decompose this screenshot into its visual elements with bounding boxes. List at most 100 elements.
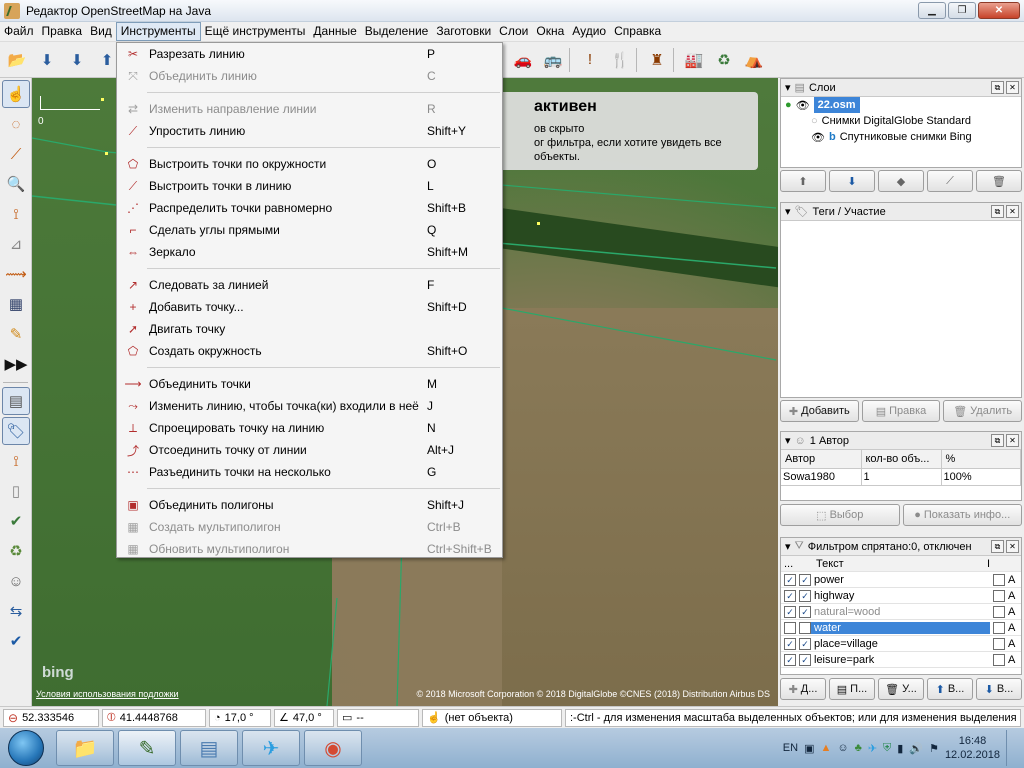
josm-taskbar-icon[interactable]: ✎ bbox=[118, 730, 176, 766]
minimize-button[interactable]: ▁ bbox=[918, 2, 946, 19]
waste-preset-icon[interactable]: ♻ bbox=[711, 47, 737, 73]
menu-windows[interactable]: Окна bbox=[532, 22, 568, 41]
column-header[interactable]: Автор bbox=[781, 450, 862, 469]
tools-menu-item[interactable]: ➚ Двигать точку bbox=[117, 318, 502, 340]
tags-toggle-icon[interactable]: 🏷 bbox=[2, 417, 30, 445]
chrome-taskbar-icon[interactable]: ◉ bbox=[304, 730, 362, 766]
castle-preset-icon[interactable]: ♜ bbox=[644, 47, 670, 73]
filter-inverted-checkbox[interactable] bbox=[993, 637, 1005, 650]
start-button[interactable] bbox=[0, 728, 52, 768]
open-folder-icon[interactable]: 📂 bbox=[4, 47, 30, 73]
filter-inverted-checkbox[interactable] bbox=[993, 605, 1005, 618]
lasso-tool-icon[interactable]: ◌ bbox=[2, 110, 30, 138]
edit-tag-button[interactable]: ▤ Правка bbox=[861, 400, 941, 422]
column-header[interactable]: % bbox=[941, 450, 1021, 469]
landfill-preset-icon[interactable]: ⛺ bbox=[741, 47, 767, 73]
filter-hide-checkbox[interactable]: ✓ bbox=[799, 589, 811, 602]
filter-row[interactable]: ✓ ✓ highway A bbox=[781, 588, 1021, 604]
move-up-button[interactable]: ⬆ bbox=[780, 170, 826, 192]
delete-layer-button[interactable]: 🗑 bbox=[976, 170, 1022, 192]
language-indicator[interactable]: EN bbox=[783, 742, 798, 754]
validator-check-icon[interactable]: ✔ bbox=[2, 627, 30, 655]
relation-toggle-icon[interactable]: ⟟ bbox=[2, 447, 30, 475]
filter-hide-checkbox[interactable]: ✓ bbox=[799, 637, 811, 650]
collapse-icon[interactable]: ▾ bbox=[785, 434, 791, 447]
filter-enable-checkbox[interactable]: ✓ bbox=[784, 589, 796, 602]
filter-inverted-checkbox[interactable] bbox=[993, 589, 1005, 602]
close-panel-icon[interactable]: ✕ bbox=[1006, 205, 1019, 218]
filter-hide-checkbox[interactable]: ✓ bbox=[799, 653, 811, 666]
close-panel-icon[interactable]: ✕ bbox=[1006, 540, 1019, 553]
filter-enable-checkbox[interactable]: ✓ bbox=[784, 573, 796, 586]
menu-data[interactable]: Данные bbox=[309, 22, 360, 41]
filter-inverted-checkbox[interactable] bbox=[993, 621, 1005, 634]
move-down-button[interactable]: ⬇ bbox=[829, 170, 875, 192]
filter-enable-checkbox[interactable]: ✓ bbox=[784, 637, 796, 650]
column-header[interactable]: кол-во объ... bbox=[861, 450, 942, 469]
menu-selection[interactable]: Выделение bbox=[361, 22, 433, 41]
filter-enable-checkbox[interactable]: ✓ bbox=[784, 653, 796, 666]
move-filter-down-button[interactable]: ⬇ В... bbox=[976, 678, 1022, 700]
zoom-tool-icon[interactable]: 🔍 bbox=[2, 170, 30, 198]
bus-preset-icon[interactable]: 🚌 bbox=[540, 47, 566, 73]
visibility-eye-icon[interactable]: 👁 bbox=[811, 131, 825, 144]
menu-more-tools[interactable]: Ещё инструменты bbox=[201, 22, 310, 41]
tools-menu-item[interactable]: ▣ Объединить полигоны Shift+J bbox=[117, 494, 502, 516]
conflict-toggle-icon[interactable]: ⇆ bbox=[2, 597, 30, 625]
validation-toggle-icon[interactable]: ✔ bbox=[2, 507, 30, 535]
filter-enable-checkbox[interactable]: ✓ bbox=[784, 605, 796, 618]
restaurant-preset-icon[interactable]: 🍴 bbox=[607, 47, 633, 73]
delete-filter-button[interactable]: 🗑 У... bbox=[878, 678, 924, 700]
layer-row[interactable]: 👁 b Спутниковые снимки Bing bbox=[781, 129, 1021, 145]
history-toggle-icon[interactable]: ▯ bbox=[2, 477, 30, 505]
tools-menu-item[interactable]: ⟋ Упростить линию Shift+Y bbox=[117, 120, 502, 142]
menu-edit[interactable]: Правка bbox=[38, 22, 87, 41]
undock-icon[interactable]: ⧉ bbox=[991, 434, 1004, 447]
tools-menu-item[interactable]: + Добавить точку... Shift+D bbox=[117, 296, 502, 318]
clock[interactable]: 16:48 12.02.2018 bbox=[945, 734, 1000, 762]
layer-props-button[interactable]: ⟋ bbox=[927, 170, 973, 192]
tools-menu-item[interactable]: ↗ Следовать за линией F bbox=[117, 274, 502, 296]
extrude-tool-icon[interactable]: ⟿ bbox=[2, 260, 30, 288]
flag-tray-icon[interactable]: ⚑ bbox=[929, 742, 939, 755]
car-preset-icon[interactable]: 🚗 bbox=[510, 47, 536, 73]
add-tag-button[interactable]: ✚ Добавить bbox=[780, 400, 859, 422]
table-row[interactable]: Sowa1980 1 100% bbox=[781, 468, 1021, 486]
select-tool-icon[interactable]: ☝ bbox=[2, 80, 30, 108]
download-icon[interactable]: ⬇ bbox=[34, 47, 60, 73]
changeset-toggle-icon[interactable]: ♻ bbox=[2, 537, 30, 565]
close-button[interactable]: ✕ bbox=[978, 2, 1020, 19]
select-author-button[interactable]: ⬚ Выбор bbox=[780, 504, 900, 526]
improve-way-tool-icon[interactable]: ⟟ bbox=[2, 200, 30, 228]
building-tool-icon[interactable]: ▦ bbox=[2, 290, 30, 318]
menu-presets[interactable]: Заготовки bbox=[432, 22, 495, 41]
menu-help[interactable]: Справка bbox=[610, 22, 665, 41]
filter-enable-checkbox[interactable] bbox=[784, 621, 796, 634]
tools-menu-item[interactable]: ⌐ Сделать углы прямыми Q bbox=[117, 219, 502, 241]
camera-tray-icon[interactable]: ▣ bbox=[804, 742, 814, 755]
layer-row[interactable]: ● 👁 22.osm bbox=[781, 97, 1021, 113]
edit-filter-button[interactable]: ▤ П... bbox=[829, 678, 875, 700]
filter-row[interactable]: ✓ ✓ natural=wood A bbox=[781, 604, 1021, 620]
filter-row[interactable]: water A bbox=[781, 620, 1021, 636]
collapse-icon[interactable]: ▾ bbox=[785, 205, 791, 218]
tools-menu-item[interactable]: ⤳ Изменить линию, чтобы точка(ки) входили… bbox=[117, 395, 502, 417]
undock-icon[interactable]: ⧉ bbox=[991, 205, 1004, 218]
filter-row[interactable]: ✓ ✓ place=village A bbox=[781, 636, 1021, 652]
filter-hide-checkbox[interactable]: ✓ bbox=[799, 573, 811, 586]
column-header[interactable]: Текст bbox=[813, 558, 987, 570]
clover-tray-icon[interactable]: ♣ bbox=[855, 742, 862, 754]
layer-row[interactable]: ○ Снимки DigitalGlobe Standard bbox=[781, 113, 1021, 129]
filter-hide-checkbox[interactable] bbox=[799, 621, 811, 634]
volume-tray-icon[interactable]: 🔊 bbox=[909, 742, 923, 755]
notepad-taskbar-icon[interactable]: ▤ bbox=[180, 730, 238, 766]
collapse-icon[interactable]: ▾ bbox=[785, 540, 791, 553]
tools-menu-item[interactable]: ⟂ Спроецировать точку на линию N bbox=[117, 417, 502, 439]
collapse-icon[interactable]: ▾ bbox=[785, 81, 791, 94]
move-filter-up-button[interactable]: ⬆ В... bbox=[927, 678, 973, 700]
layers-toggle-icon[interactable]: ▤ bbox=[2, 387, 30, 415]
menu-layers[interactable]: Слои bbox=[495, 22, 532, 41]
close-panel-icon[interactable]: ✕ bbox=[1006, 81, 1019, 94]
add-filter-button[interactable]: ✚ Д... bbox=[780, 678, 826, 700]
tools-menu-item[interactable]: ⇔ Зеркало Shift+M bbox=[117, 241, 502, 263]
